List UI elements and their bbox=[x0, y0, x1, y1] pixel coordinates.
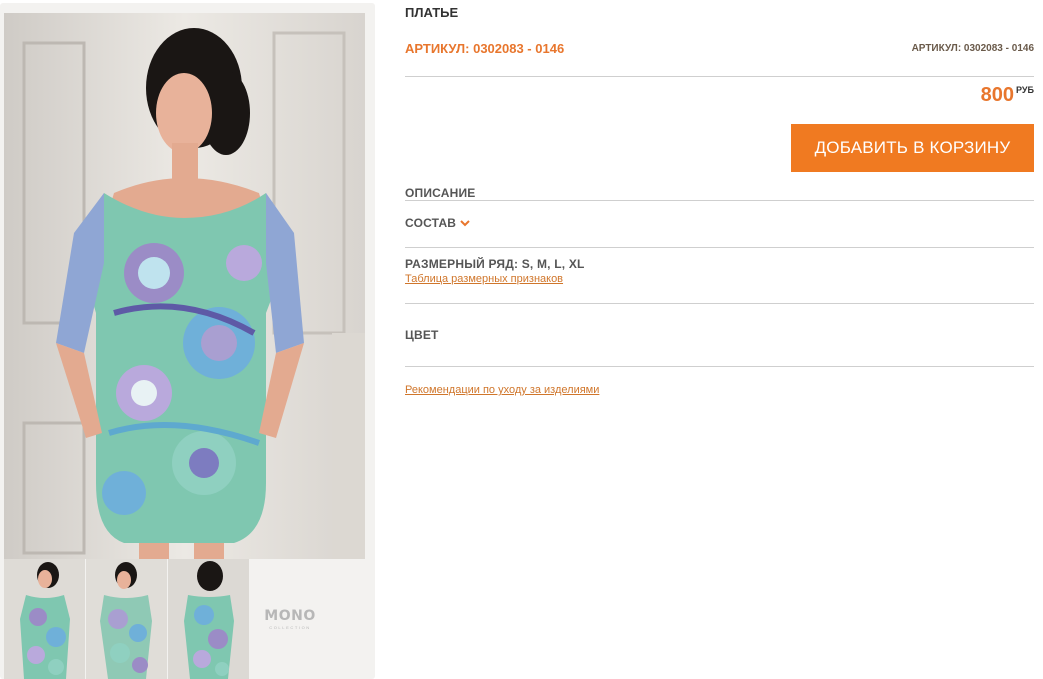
thumbnail-image bbox=[4, 559, 85, 679]
thumbnail-back[interactable] bbox=[168, 559, 249, 679]
price-currency: РУБ bbox=[1016, 85, 1034, 95]
thumbnail-front[interactable] bbox=[4, 559, 85, 679]
thumbnail-side[interactable] bbox=[86, 559, 167, 679]
add-to-cart-button[interactable]: ДОБАВИТЬ В КОРЗИНУ bbox=[791, 124, 1034, 172]
divider bbox=[405, 247, 1034, 248]
description-heading[interactable]: ОПИСАНИЕ bbox=[405, 186, 476, 200]
brand-logo-sub: COLLECTION bbox=[269, 625, 311, 630]
thumbnail-image bbox=[86, 559, 167, 679]
divider bbox=[405, 303, 1034, 304]
composition-label: СОСТАВ bbox=[405, 216, 457, 230]
product-title: ПЛАТЬЕ bbox=[405, 5, 459, 20]
product-price: 800 РУБ bbox=[981, 84, 1034, 106]
chevron-down-icon bbox=[460, 216, 470, 230]
brand-logo: MONO COLLECTION bbox=[250, 559, 330, 679]
divider bbox=[405, 200, 1034, 201]
color-heading: ЦВЕТ bbox=[405, 328, 439, 342]
thumbnail-strip: MONO COLLECTION bbox=[4, 559, 330, 679]
size-range: РАЗМЕРНЫЙ РЯД: S, M, L, XL bbox=[405, 257, 585, 271]
product-sku-small: АРТИКУЛ: 0302083 - 0146 bbox=[911, 43, 1034, 54]
size-table-link[interactable]: Таблица размерных признаков bbox=[405, 273, 563, 285]
dress-model-image bbox=[4, 13, 365, 559]
brand-logo-word: MONO bbox=[264, 608, 316, 624]
price-value: 800 bbox=[980, 84, 1015, 106]
divider bbox=[405, 366, 1034, 367]
thumbnail-image bbox=[168, 559, 249, 679]
product-gallery: MONO COLLECTION bbox=[0, 3, 375, 679]
main-product-photo[interactable] bbox=[4, 13, 365, 559]
divider bbox=[405, 76, 1034, 77]
composition-toggle[interactable]: СОСТАВ bbox=[405, 216, 470, 230]
product-sku: АРТИКУЛ: 0302083 - 0146 bbox=[405, 41, 565, 56]
product-info-panel: ПЛАТЬЕ АРТИКУЛ: 0302083 - 0146 АРТИКУЛ: … bbox=[405, 0, 1034, 679]
care-recommendations-link[interactable]: Рекомендации по уходу за изделиями bbox=[405, 384, 599, 396]
